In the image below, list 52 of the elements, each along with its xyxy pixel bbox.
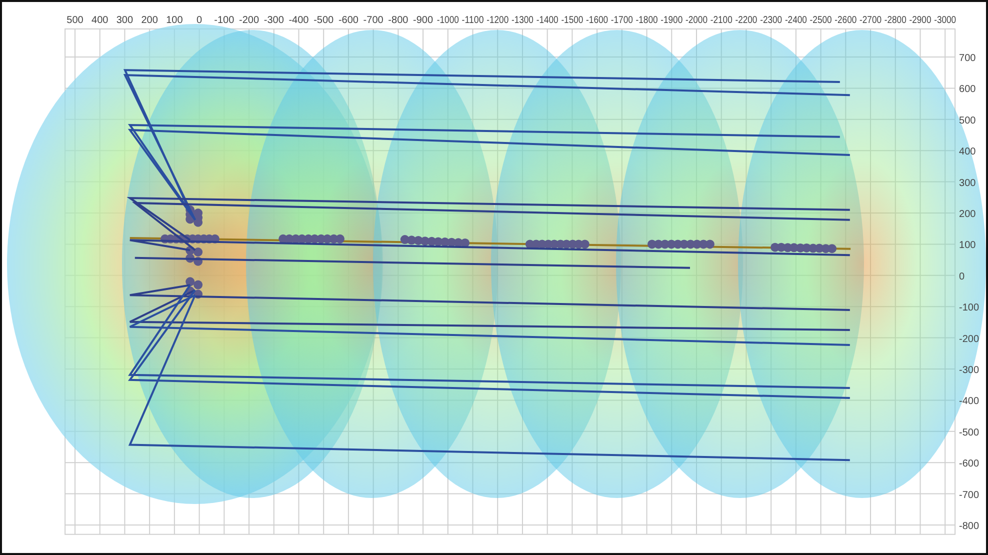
axis-tick-label: -800 bbox=[388, 14, 408, 26]
axis-tick-label: -900 bbox=[413, 14, 434, 26]
axis-tick-label: -300 bbox=[264, 14, 284, 26]
axis-tick-label: -2800 bbox=[884, 14, 910, 26]
axis-tick-label: 400 bbox=[959, 146, 976, 158]
axis-tick-label: -2300 bbox=[760, 14, 786, 26]
axis-tick-label: 0 bbox=[959, 271, 965, 282]
axis-tick-label: -500 bbox=[314, 14, 334, 26]
axis-tick-label: -1500 bbox=[561, 14, 587, 26]
axis-tick-label: 400 bbox=[92, 14, 108, 26]
axis-tick-label: -1700 bbox=[610, 14, 636, 26]
axis-tick-label: -600 bbox=[338, 14, 358, 26]
axis-tick-label: -800 bbox=[959, 521, 980, 532]
axis-tick-label: -100 bbox=[214, 14, 234, 26]
axis-tick-label: 0 bbox=[196, 14, 202, 26]
axis-tick-label: -100 bbox=[959, 302, 980, 314]
axis-tick-label: -200 bbox=[959, 334, 980, 345]
axis-tick-label: 200 bbox=[141, 14, 158, 26]
axis-tick-label: -1800 bbox=[636, 14, 662, 26]
axis-tick-label: -2000 bbox=[686, 14, 712, 26]
axis-tick-label: -500 bbox=[959, 427, 980, 438]
axis-tick-label: -1600 bbox=[586, 14, 612, 26]
axis-tick-label: 500 bbox=[66, 14, 84, 26]
axis-tick-label: -200 bbox=[239, 14, 260, 26]
axis-tick-label: 100 bbox=[166, 14, 183, 26]
axis-tick-label: 100 bbox=[959, 240, 976, 252]
axis-tick-label: -300 bbox=[959, 365, 980, 376]
axis-tick-label: 500 bbox=[959, 115, 976, 126]
axis-tick-label: -2600 bbox=[834, 14, 860, 26]
axis-tick-label: -1200 bbox=[486, 14, 512, 26]
axis-tick-label: -2500 bbox=[810, 14, 836, 26]
axis-tick-label: -1300 bbox=[511, 14, 538, 26]
axis-tick-label: -2900 bbox=[909, 14, 935, 26]
axis-tick-label: 300 bbox=[959, 178, 976, 189]
axis-tick-label: 200 bbox=[959, 209, 976, 220]
axis-tick-label: -3000 bbox=[934, 14, 960, 26]
axis-tick-label: -1900 bbox=[660, 14, 686, 26]
axis-tick-label: -400 bbox=[288, 14, 309, 26]
axis-tick-label: -2400 bbox=[784, 14, 811, 26]
axis-tick-label: -600 bbox=[959, 458, 980, 470]
axis-tick-label: 600 bbox=[959, 84, 976, 96]
axis-tick-label: -2200 bbox=[735, 14, 761, 26]
axis-tick-label: -1100 bbox=[462, 14, 487, 26]
axis-tick-label: -1400 bbox=[536, 14, 562, 26]
axis-tick-label: -2700 bbox=[860, 14, 886, 26]
axis-tick-label: -700 bbox=[959, 490, 980, 501]
axis-tick-label: -700 bbox=[363, 14, 384, 26]
axis-tick-label: -2100 bbox=[710, 14, 736, 26]
axis-tick-label: -400 bbox=[959, 396, 980, 408]
axis-tick-label: 300 bbox=[116, 14, 134, 26]
axis-tick-label: 700 bbox=[959, 53, 976, 64]
axis-tick-label: -1000 bbox=[436, 14, 462, 26]
